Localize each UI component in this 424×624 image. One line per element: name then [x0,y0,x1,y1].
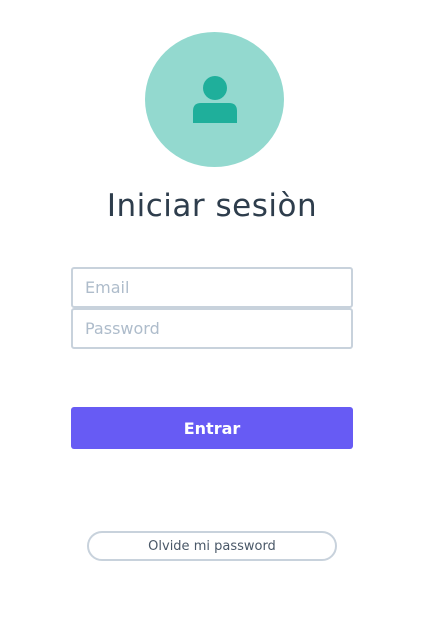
login-button[interactable]: Entrar [71,407,353,449]
password-field[interactable] [71,308,353,349]
login-page: Iniciar sesiòn Entrar Olvide mi password [0,0,424,624]
forgot-password-button[interactable]: Olvide mi password [87,531,337,561]
avatar [145,32,284,167]
user-icon [193,76,237,123]
page-title: Iniciar sesiòn [106,188,318,224]
email-field[interactable] [71,267,353,308]
